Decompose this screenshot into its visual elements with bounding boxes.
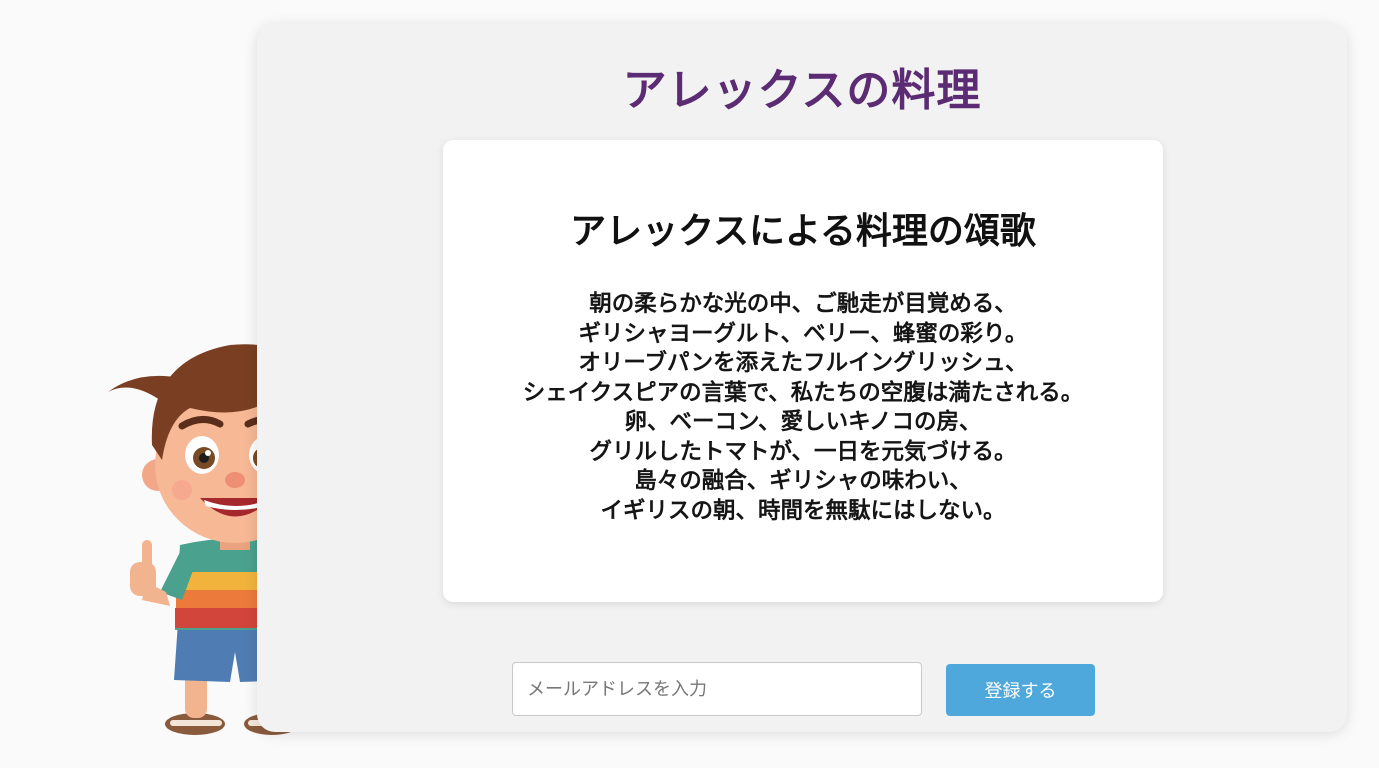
site-title: アレックスの料理 [622,65,982,116]
poem-lines: 朝の柔らかな光の中、ご馳走が目覚める、 ギリシャヨーグルト、ベリー、蜂蜜の彩り。… [443,290,1163,526]
poem-card: アレックスによる料理の頌歌 朝の柔らかな光の中、ご馳走が目覚める、 ギリシャヨー… [443,140,1163,602]
main-panel: アレックスの料理 アレックスによる料理の頌歌 朝の柔らかな光の中、ご馳走が目覚め… [257,24,1347,732]
poem-line: シェイクスピアの言葉で、私たちの空腹は満たされる。 [522,379,1084,406]
poem-line: オリーブパンを添えたフルイングリッシュ、 [578,350,1028,376]
poem-title: アレックスによる料理の頌歌 [570,211,1036,252]
poem-line: グリルしたトマトが、一日を元気づける。 [589,438,1017,465]
poem-line: イギリスの朝、時間を無駄にはしない。 [600,497,1006,524]
poem-line: 卵、ベーコン、愛しいキノコの房、 [624,409,982,435]
subscribe-button[interactable]: 登録する [946,664,1095,716]
page: アレックスの料理 アレックスによる料理の頌歌 朝の柔らかな光の中、ご馳走が目覚め… [0,0,1379,768]
poem-line: ギリシャヨーグルト、ベリー、蜂蜜の彩り。 [578,320,1028,347]
poem-line: 島々の融合、ギリシャの味わい、 [634,468,972,494]
email-input[interactable] [512,662,922,716]
poem-line: 朝の柔らかな光の中、ご馳走が目覚める、 [589,291,1017,317]
